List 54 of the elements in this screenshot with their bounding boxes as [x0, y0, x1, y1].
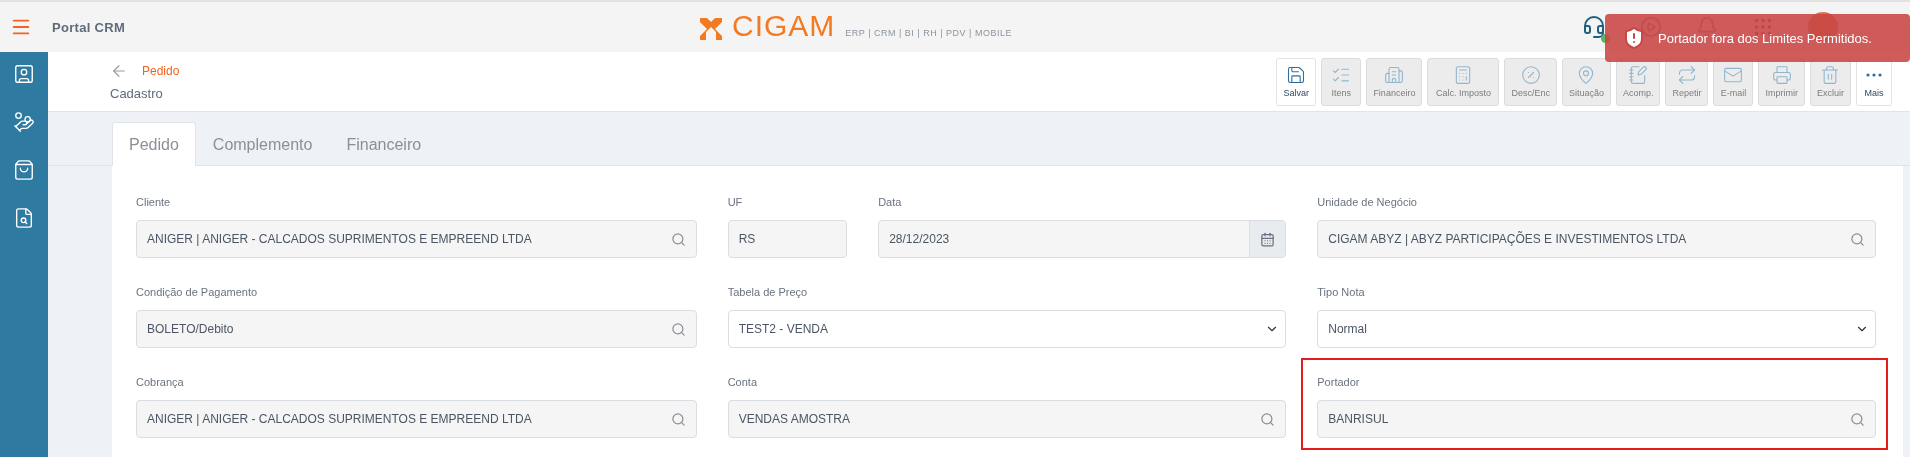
tab[interactable]: Financeiro — [329, 122, 439, 166]
trash-icon — [1820, 65, 1841, 85]
toast-message: Portador fora dos Limites Permitidos. — [1658, 30, 1872, 46]
field-label: Tabela de Preço — [727, 286, 809, 300]
select-field[interactable]: TEST2 - VENDA — [727, 310, 1287, 348]
search-field[interactable]: BANRISUL — [1317, 400, 1876, 438]
field-label: Unidade de Negócio — [1317, 196, 1418, 210]
percent-icon — [1520, 65, 1541, 85]
notebook-icon — [1628, 65, 1649, 85]
document-search-icon[interactable] — [13, 207, 35, 229]
search-icon[interactable] — [670, 231, 686, 247]
back-arrow-icon[interactable] — [110, 62, 128, 80]
field-label: Cliente — [136, 196, 172, 210]
search-icon[interactable] — [1850, 231, 1865, 247]
search-icon[interactable] — [670, 321, 686, 337]
search-field[interactable]: ANIGER | ANIGER - CALCADOS SUPRIMENTOS E EMPREEND LTDA — [136, 220, 697, 258]
search-icon[interactable] — [1260, 411, 1276, 427]
logo-tagline: ERP | CRM | BI | RH | PDV | MOBILE — [845, 28, 1012, 38]
shopping-bag-icon[interactable] — [13, 159, 35, 181]
field-label: Conta — [727, 376, 758, 390]
field-label: Portador — [1317, 376, 1361, 390]
logo-icon — [700, 18, 722, 40]
search-icon[interactable] — [670, 411, 686, 427]
mail-icon — [1723, 65, 1744, 85]
app-title: Portal CRM — [52, 19, 126, 35]
breadcrumb-link[interactable]: Pedido — [142, 64, 180, 78]
toolbar-button[interactable]: Salvar — [1276, 57, 1317, 106]
search-field[interactable]: CIGAM ABYZ | ABYZ PARTICIPAÇÕES E INVESTIMENTOS LTDA — [1317, 220, 1876, 258]
repeat-icon — [1676, 65, 1697, 85]
calendar-icon[interactable] — [1249, 221, 1286, 257]
building-icon — [1384, 65, 1405, 85]
search-field[interactable]: BOLETO/Debito — [136, 310, 697, 348]
shield-alert-icon — [1622, 26, 1646, 50]
field-label: Tipo Nota — [1317, 286, 1366, 300]
search-field[interactable]: VENDAS AMOSTRA — [727, 400, 1287, 438]
tab[interactable]: Pedido — [112, 122, 196, 166]
search-field[interactable]: ANIGER | ANIGER - CALCADOS SUPRIMENTOS E EMPREEND LTDA — [136, 400, 697, 438]
tab[interactable]: Complemento — [195, 122, 330, 166]
field-label: Cobrança — [136, 376, 185, 390]
page-title: Cadastro — [110, 86, 164, 101]
building-user-icon[interactable] — [13, 63, 35, 85]
field-label: UF — [727, 196, 744, 210]
text-field[interactable]: RS — [727, 220, 848, 258]
logo-name: CIGAM — [732, 12, 836, 40]
field-label: Data — [878, 196, 903, 210]
select-field[interactable]: Normal — [1317, 310, 1876, 348]
field-label: Condição de Pagamento — [136, 286, 259, 300]
date-field[interactable]: 28/12/2023 — [878, 220, 1287, 258]
save-icon — [1286, 65, 1307, 85]
more-icon — [1866, 73, 1882, 77]
search-icon[interactable] — [1850, 411, 1865, 427]
hand-coin-icon[interactable] — [13, 111, 35, 133]
headset-icon[interactable] — [1582, 15, 1606, 39]
printer-icon — [1771, 65, 1792, 85]
